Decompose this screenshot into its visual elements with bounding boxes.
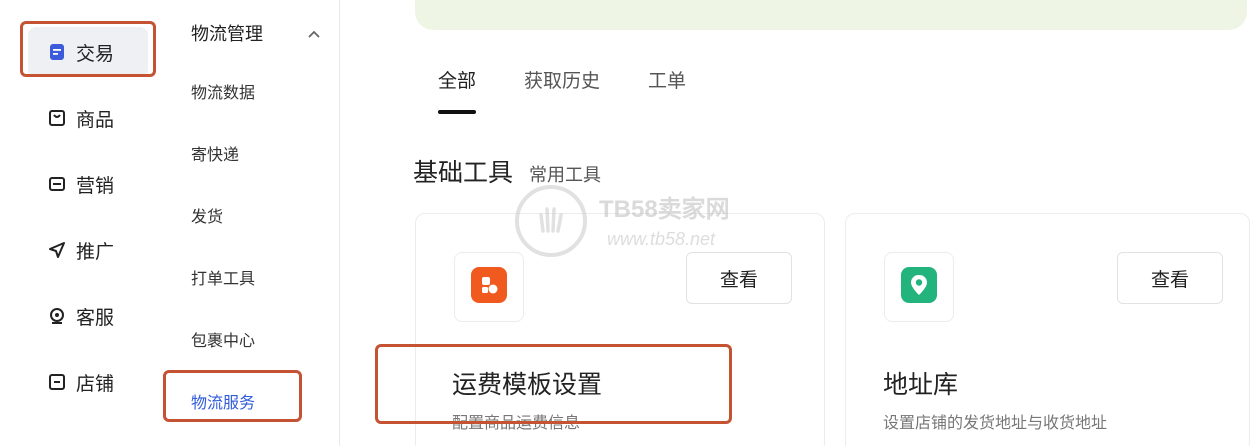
nav-item-marketing[interactable]: 营销 (28, 159, 150, 209)
sub-nav-header[interactable]: 物流管理 (191, 18, 321, 48)
tab-ticket[interactable]: 工单 (648, 66, 686, 114)
nav-item-label: 客服 (76, 306, 115, 329)
sub-nav-item-send-express[interactable]: 寄快递 (191, 142, 239, 168)
section-subtitle: 常用工具 (529, 165, 602, 186)
document-icon (48, 43, 66, 61)
primary-nav: 交易 商品 营销 推广 客服 店铺 (0, 0, 160, 446)
tab-all[interactable]: 全部 (438, 66, 477, 114)
chevron-up-icon (307, 23, 321, 44)
nav-item-trade[interactable]: 交易 (28, 27, 148, 77)
nav-item-label: 商品 (76, 108, 115, 131)
nav-item-promotion[interactable]: 推广 (28, 225, 150, 275)
sub-nav-item-logistics-data[interactable]: 物流数据 (191, 80, 255, 106)
sub-nav: 物流管理 物流数据 寄快递 发货 打单工具 包裹中心 物流服务 (160, 0, 340, 446)
nav-item-service[interactable]: 客服 (28, 291, 150, 341)
card-description: 设置店铺的发货地址与收货地址 (883, 413, 1108, 432)
tab-history[interactable]: 获取历史 (524, 66, 600, 114)
nav-item-label: 店铺 (76, 372, 115, 395)
coupon-icon (48, 175, 66, 193)
notice-banner (415, 0, 1247, 30)
card-logo (884, 252, 954, 322)
location-pin-icon (901, 267, 937, 307)
section-header: 基础工具 常用工具 (413, 153, 601, 189)
bag-icon (48, 109, 66, 127)
nav-item-store[interactable]: 店铺 (28, 357, 150, 407)
tool-card-address-book[interactable]: 查看 地址库 设置店铺的发货地址与收货地址 (845, 213, 1250, 446)
card-logo (454, 252, 524, 322)
tab-bar: 全部 获取历史 工单 (438, 66, 686, 114)
card-title: 运费模板设置 (452, 370, 603, 399)
sub-nav-item-print-tool[interactable]: 打单工具 (191, 266, 255, 292)
section-title: 基础工具 (413, 158, 514, 187)
send-icon (48, 241, 66, 259)
nav-item-label: 推广 (76, 240, 115, 263)
sub-nav-item-logistics-service[interactable]: 物流服务 (191, 390, 255, 416)
card-description: 配置商品运费信息 (452, 413, 581, 432)
nav-item-label: 交易 (76, 42, 115, 65)
nav-item-label: 营销 (76, 174, 115, 197)
tool-card-shipping-template[interactable]: 查看 运费模板设置 配置商品运费信息 (415, 213, 825, 446)
headset-icon (48, 307, 66, 325)
nav-item-product[interactable]: 商品 (28, 93, 150, 143)
sub-nav-item-ship[interactable]: 发货 (191, 204, 223, 230)
card-title: 地址库 (883, 370, 959, 399)
view-button-address-book[interactable]: 查看 (1117, 252, 1223, 304)
view-button-shipping-template[interactable]: 查看 (686, 252, 792, 304)
sub-nav-header-label: 物流管理 (191, 24, 263, 45)
store-icon (48, 373, 66, 391)
sub-nav-item-package-center[interactable]: 包裹中心 (191, 328, 255, 354)
template-icon (471, 267, 507, 307)
